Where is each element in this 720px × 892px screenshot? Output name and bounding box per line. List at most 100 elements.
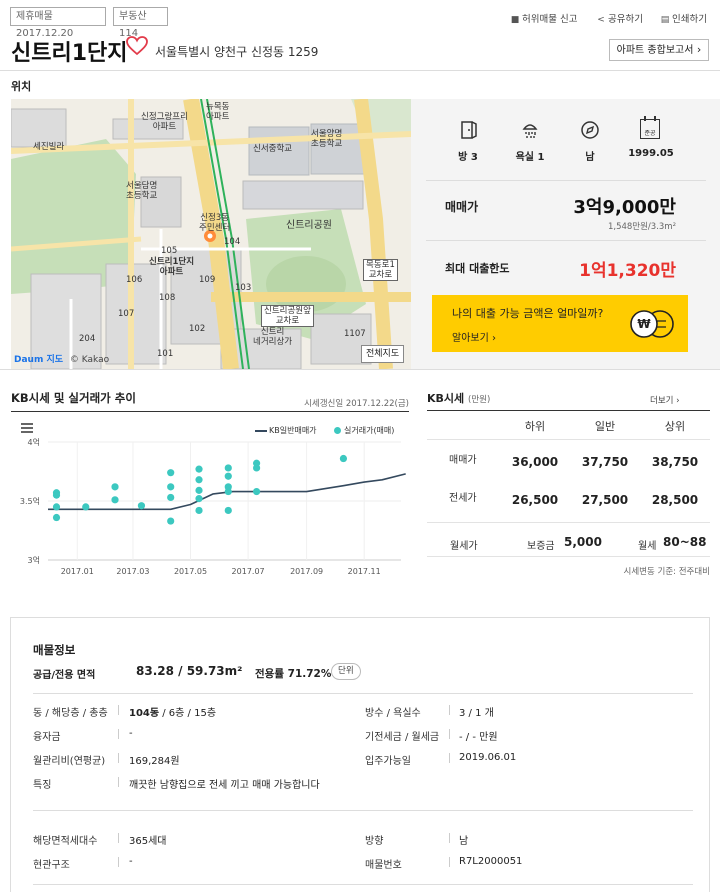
kb-sale-mid: 37,750 [581, 455, 629, 469]
calendar-icon: 준공 [640, 116, 660, 139]
chart-title: KB시세 및 실거래가 추이 [11, 391, 136, 405]
rooms-baths-label: 방수 / 욕실수 [365, 708, 421, 719]
mgmt-fee-label: 월관리비(연평균) [33, 756, 106, 767]
map-label-sintree-park: 신트리공원 [286, 220, 332, 231]
real-trade-point [224, 483, 232, 491]
ratio-value: 전용률 71.72% [255, 668, 332, 680]
summary-divider-2 [426, 240, 706, 241]
real-trade-point [195, 486, 203, 494]
map-label-park-cross: 신트리공원앞 교차로 [261, 305, 314, 327]
x-tick-label: 2017.05 [174, 567, 207, 576]
move-in-label: 입주가능일 [365, 756, 411, 767]
date-tag: 제휴매물 2017.12.20 [10, 7, 106, 39]
orientation-value: 남 [459, 836, 469, 847]
map-label-105: 105 [161, 246, 178, 256]
real-trade-point [167, 483, 175, 491]
loan-limit-value: 1억1,320만 [579, 261, 676, 281]
share-link[interactable]: < 공유하기 [596, 11, 643, 25]
loan-amount-bar [118, 729, 119, 739]
map-label-granry: 신정그랑프리 아파트 [141, 112, 188, 132]
info-rule-2 [33, 810, 693, 811]
rooms-label: 방 3 [458, 152, 478, 163]
deposit-rent-value: - / - 만원 [459, 732, 498, 743]
map-label-104: 104 [224, 237, 241, 247]
real-trade-point [111, 496, 119, 504]
kb-monthly-label: 월세가 [450, 541, 478, 552]
area-label: 공급/전용 면적 [33, 670, 96, 681]
loan-amount-value: - [129, 728, 133, 739]
loan-limit-label: 최대 대출한도 [445, 262, 510, 275]
map-label-102: 102 [189, 324, 206, 334]
floor-value: 104동 / 6층 / 15층 [129, 704, 216, 719]
kb-deposit-label: 보증금 [527, 541, 555, 552]
x-tick-label: 2017.01 [61, 567, 94, 576]
location-map[interactable]: 뉴목동 아파트 신정그랑프리 아파트 신서중학교 서울양명 초등학교 세진빌라 … [11, 99, 411, 369]
source-tag: 부동산114 [113, 7, 168, 39]
y-tick-label: 4억 [28, 437, 40, 447]
real-trade-point [167, 469, 175, 477]
kb-row-sale-label: 매매가 [449, 455, 477, 466]
real-trade-point [252, 487, 261, 496]
kb-title-rule [427, 410, 710, 411]
real-trade-point [195, 465, 203, 473]
kb-monthly-rule [427, 556, 710, 557]
rooms-baths-value: 3 / 1 개 [459, 708, 494, 719]
orientation-bar [449, 833, 450, 843]
map-label-damyang: 서울담명 초등학교 [126, 181, 158, 201]
real-trade-point [52, 491, 61, 499]
chart-updated: 시세갱신일 2017.12.22(금) [304, 399, 409, 409]
loan-banner-link[interactable]: 알아보기 › [452, 329, 496, 344]
map-label-204: 204 [79, 334, 96, 344]
shower-icon [521, 121, 539, 142]
person-icon: ■ [510, 15, 520, 25]
info-rule-3 [33, 884, 693, 885]
real-trade-point [137, 502, 146, 510]
kb-deposit-value: 5,000 [564, 535, 602, 549]
rooms-baths-bar [449, 705, 450, 715]
info-rule-1 [33, 693, 693, 694]
entrance-bar [118, 857, 119, 867]
print-link[interactable]: ▤ 인쇄하기 [660, 11, 707, 25]
real-trade-point [195, 476, 203, 484]
loan-banner-text: 나의 대출 가능 금액은 얼마일까? [452, 307, 604, 320]
floor-bar [118, 705, 119, 715]
real-trade-point [111, 483, 119, 491]
map-label-103: 103 [235, 283, 252, 293]
floor-value-rest: / 6층 / 15층 [159, 708, 217, 719]
listing-no-label: 매물번호 [365, 860, 402, 871]
door-icon [460, 120, 478, 143]
kb-rows-rule [427, 522, 710, 523]
x-tick-label: 2017.03 [116, 567, 149, 576]
x-tick-label: 2017.11 [348, 567, 381, 576]
direction-label: 남 [585, 152, 595, 163]
move-in-bar [449, 753, 450, 763]
favorite-heart-icon[interactable] [126, 36, 148, 59]
map-label-mokdong-cross: 목동로1 교차로 [363, 259, 398, 281]
compass-icon [580, 120, 600, 143]
full-map-button[interactable]: 전체지도 [361, 345, 405, 363]
listing-no-value: R7L2000051 [459, 856, 523, 867]
deposit-rent-bar [449, 729, 450, 739]
real-trade-point [252, 459, 261, 467]
floor-label: 동 / 해당층 / 총층 [33, 708, 108, 719]
move-in-value: 2019.06.01 [459, 752, 517, 763]
y-tick-label: 3억 [28, 555, 40, 565]
kb-rent-value: 80~88 [663, 535, 707, 549]
real-trade-point [52, 503, 61, 511]
kb-more-link[interactable]: 더보기 › [650, 394, 680, 406]
orientation-label: 방향 [365, 836, 384, 847]
report-button[interactable]: 아파트 종합보고서 › [609, 39, 709, 61]
unit-toggle-button[interactable]: 단위 [331, 663, 361, 680]
loan-banner[interactable]: 나의 대출 가능 금액은 얼마일까? 알아보기 › ₩ [432, 295, 688, 352]
map-label-sejin: 세진빌라 [33, 142, 65, 152]
report-fake-link[interactable]: ■ 허위매물 신고 [510, 11, 578, 25]
kb-price-title: KB시세 (만원) [427, 390, 490, 406]
real-trade-point [167, 517, 175, 525]
floor-value-dong: 104동 [129, 708, 160, 719]
kb-head-rule [427, 439, 710, 440]
households-bar [118, 833, 119, 843]
area-value: 83.28 / 59.73m² [136, 664, 243, 678]
kb-footnote: 시세변동 기준: 전주대비 [623, 567, 710, 577]
summary-divider-1 [426, 180, 706, 181]
property-info-panel [10, 617, 710, 892]
